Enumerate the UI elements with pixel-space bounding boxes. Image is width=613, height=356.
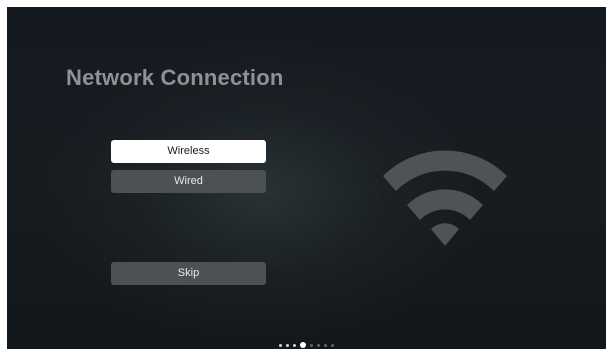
wifi-bottom-wedge xyxy=(431,223,459,246)
wired-option-button[interactable]: Wired xyxy=(111,170,266,193)
step-indicator xyxy=(279,341,334,349)
setup-screen: Network Connection Wireless Wired Skip xyxy=(7,7,606,349)
wifi-outer-arc xyxy=(383,150,507,191)
step-dot xyxy=(310,343,313,347)
skip-button[interactable]: Skip xyxy=(111,262,266,285)
step-dot xyxy=(331,343,334,347)
step-dot xyxy=(317,343,320,347)
step-dot xyxy=(293,343,296,347)
step-dot xyxy=(279,343,282,347)
step-dot xyxy=(286,343,289,347)
wifi-middle-arc xyxy=(407,189,483,220)
page-title: Network Connection xyxy=(66,65,284,90)
step-dot-current xyxy=(300,342,306,348)
wifi-icon xyxy=(383,150,507,246)
step-dot xyxy=(324,343,327,347)
wireless-option-button[interactable]: Wireless xyxy=(111,140,266,163)
